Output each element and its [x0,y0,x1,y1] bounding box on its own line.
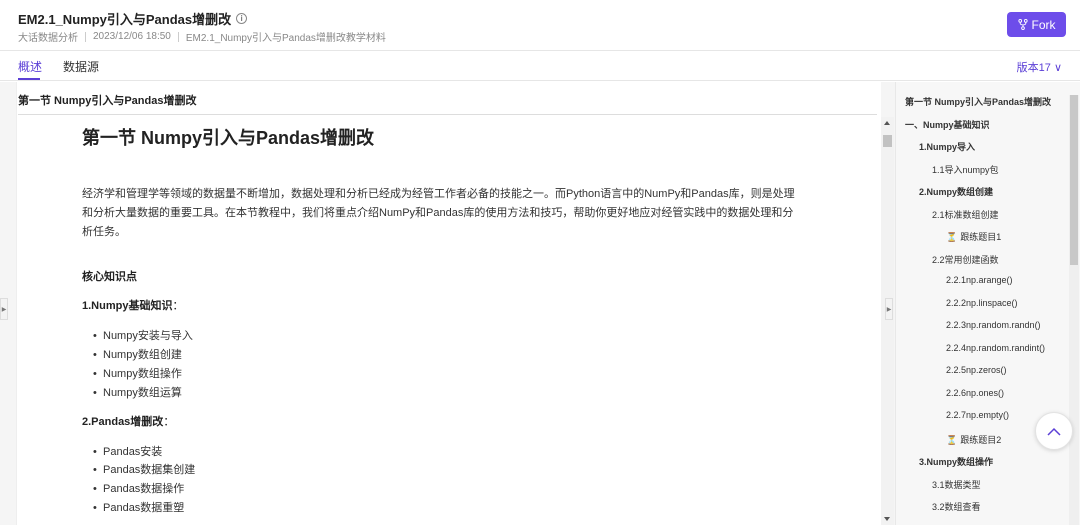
core-knowledge-heading: 核心知识点 [82,271,137,283]
colon: ： [163,416,175,428]
header: EM2.1_Numpy引入与Pandas增删改 i 大话数据分析 2023/12… [0,0,1080,51]
document-body: 第一节 Numpy引入与Pandas增删改 [82,124,802,150]
tab-overview[interactable]: 概述 [18,58,42,75]
fork-label: Fork [1031,17,1056,32]
toc-item[interactable]: 3.2数组查看 [932,500,981,513]
list-item: Numpy安装与导入 [93,327,193,343]
table-of-contents: 第一节 Numpy引入与Pandas增删改 一、Numpy基础知识 1.Numpy导… [895,82,1080,525]
list-item: Numpy数组创建 [93,346,182,362]
toc-item-label: 3.Numpy数组操作 [919,457,994,467]
list-item: Numpy数组操作 [93,365,182,381]
toc-item[interactable]: ⏳ 跟练题目1 [946,230,1001,243]
toc-item-label: 跟练题目1 [960,232,1002,242]
list-item: Pandas数据集创建 [93,461,195,477]
toc-item[interactable]: 2.Numpy数组创建 [919,185,993,198]
toc-item-label: 2.2.1np.arange() [946,275,1013,285]
list-item: Pandas数据操作 [93,480,184,496]
tab-datasource[interactable]: 数据源 [63,58,99,75]
toc-item[interactable]: 2.2.7np.empty() [946,410,1009,420]
toc-item-label: 一、Numpy基础知识 [905,119,990,130]
meta-author[interactable]: 大话数据分析 [18,29,78,44]
toc-item-label: 1.1导入numpy包 [932,164,999,175]
tab-bar: 概述 数据源 版本17 ∨ [0,51,1080,81]
toc-item[interactable]: 2.2.4np.random.randint() [946,343,1045,353]
toc-item-label: 2.2.3np.random.randn() [946,320,1041,330]
toc-item[interactable]: ⏳ 跟练题目2 [946,433,1001,446]
chevron-right-icon: ▶ [886,306,892,313]
back-to-top-button[interactable] [1035,412,1073,450]
chevron-right-icon: ▶ [1,306,7,313]
toc-item-label: 2.2.5np.zeros() [946,365,1007,375]
toc-item-label: 2.2.4np.random.randint() [946,342,1046,353]
list-item: Numpy数组运算 [93,384,182,400]
section-numpy-basics-label: 1.Numpy基础知识 [82,300,173,312]
intro-paragraph: 经济学和管理学等领域的数据量不断增加，数据处理和分析已经成为经管工作者必备的技能… [82,188,795,238]
toc-scrollbar[interactable] [1069,95,1079,525]
meta-divider [85,31,86,42]
toc-item-label: 2.Numpy数组创建 [919,187,994,197]
page-title: EM2.1_Numpy引入与Pandas增删改 [18,12,232,27]
tab-active-indicator [18,78,40,80]
divider [18,114,877,115]
toc-item[interactable]: 1.Numpy导入 [919,140,975,153]
scroll-down-arrow-icon[interactable] [884,517,890,521]
toc-item[interactable]: 2.2.5np.zeros() [946,365,1007,375]
chevron-up-icon [1047,427,1061,436]
meta-description: EM2.1_Numpy引入与Pandas增删改教学材料 [185,33,386,44]
toc-item[interactable]: 一、Numpy基础知识 [905,118,990,131]
toc-item[interactable]: 2.2.6np.ones() [946,388,1004,398]
document-scrollbar[interactable] [881,117,894,525]
title-row: EM2.1_Numpy引入与Pandas增删改 i [18,9,248,28]
hourglass-icon: ⏳ [946,434,958,445]
section-numpy-basics: 1.Numpy基础知识： [82,297,183,313]
toc-item[interactable]: 3.1数据类型 [932,478,981,491]
list-item: Pandas数据重塑 [93,499,184,515]
toc-item[interactable]: 2.2.2np.linspace() [946,298,1018,308]
toc-item-label: 3.2数组查看 [932,502,981,512]
toc-item[interactable]: 3.Numpy数组操作 [919,455,993,468]
scrollbar-thumb[interactable] [883,135,892,147]
toc-item-label: 3.1数据类型 [932,479,981,490]
toc-item[interactable]: 1.1导入numpy包 [932,163,999,176]
info-icon[interactable]: i [236,13,248,24]
toc-item[interactable]: 2.1标准数组创建 [932,208,999,221]
toc-item[interactable]: 2.2.3np.random.randn() [946,320,1041,330]
version-dropdown[interactable]: 版本17 ∨ [1017,59,1062,75]
colon: ： [172,300,184,312]
toc-item-label: 2.2常用创建函数 [932,254,999,265]
meta-date: 2023/12/06 18:50 [93,31,171,42]
toc-item-label: 1.Numpy导入 [919,142,976,152]
fork-icon [1017,19,1028,30]
toc-item-label: 2.2.6np.ones() [946,387,1005,398]
hourglass-icon: ⏳ [946,232,958,242]
right-collapse-handle[interactable]: ▶ [885,298,893,320]
document-heading: 第一节 Numpy引入与Pandas增删改 [82,128,375,148]
scroll-up-arrow-icon[interactable] [884,121,890,125]
toc-item-label: 2.2.2np.linspace() [946,297,1018,308]
left-collapse-handle[interactable]: ▶ [0,298,8,320]
section-pandas-label: 2.Pandas增删改 [82,416,164,428]
toc-item[interactable]: 第一节 Numpy引入与Pandas增删改 [905,95,1051,108]
meta-divider [177,31,179,42]
toc-item-label: 第一节 Numpy引入与Pandas增删改 [905,97,1052,107]
list-item: Pandas安装 [93,443,162,459]
section-pandas: 2.Pandas增删改： [82,413,174,429]
toc-scrollbar-thumb[interactable] [1070,95,1078,265]
toc-item-label: 2.2.7np.empty() [946,410,1010,420]
toc-item[interactable]: 2.2常用创建函数 [932,253,999,266]
document-header-title: 第一节 Numpy引入与Pandas增删改 [18,95,197,107]
meta-row: 大话数据分析 2023/12/06 18:50 EM2.1_Numpy引入与Pa… [18,29,386,44]
toc-item[interactable]: 2.2.1np.arange() [946,275,1013,285]
fork-button[interactable]: Fork [1007,12,1066,37]
toc-item-label: 跟练题目2 [960,434,1002,445]
toc-item-label: 2.1标准数组创建 [932,209,999,220]
